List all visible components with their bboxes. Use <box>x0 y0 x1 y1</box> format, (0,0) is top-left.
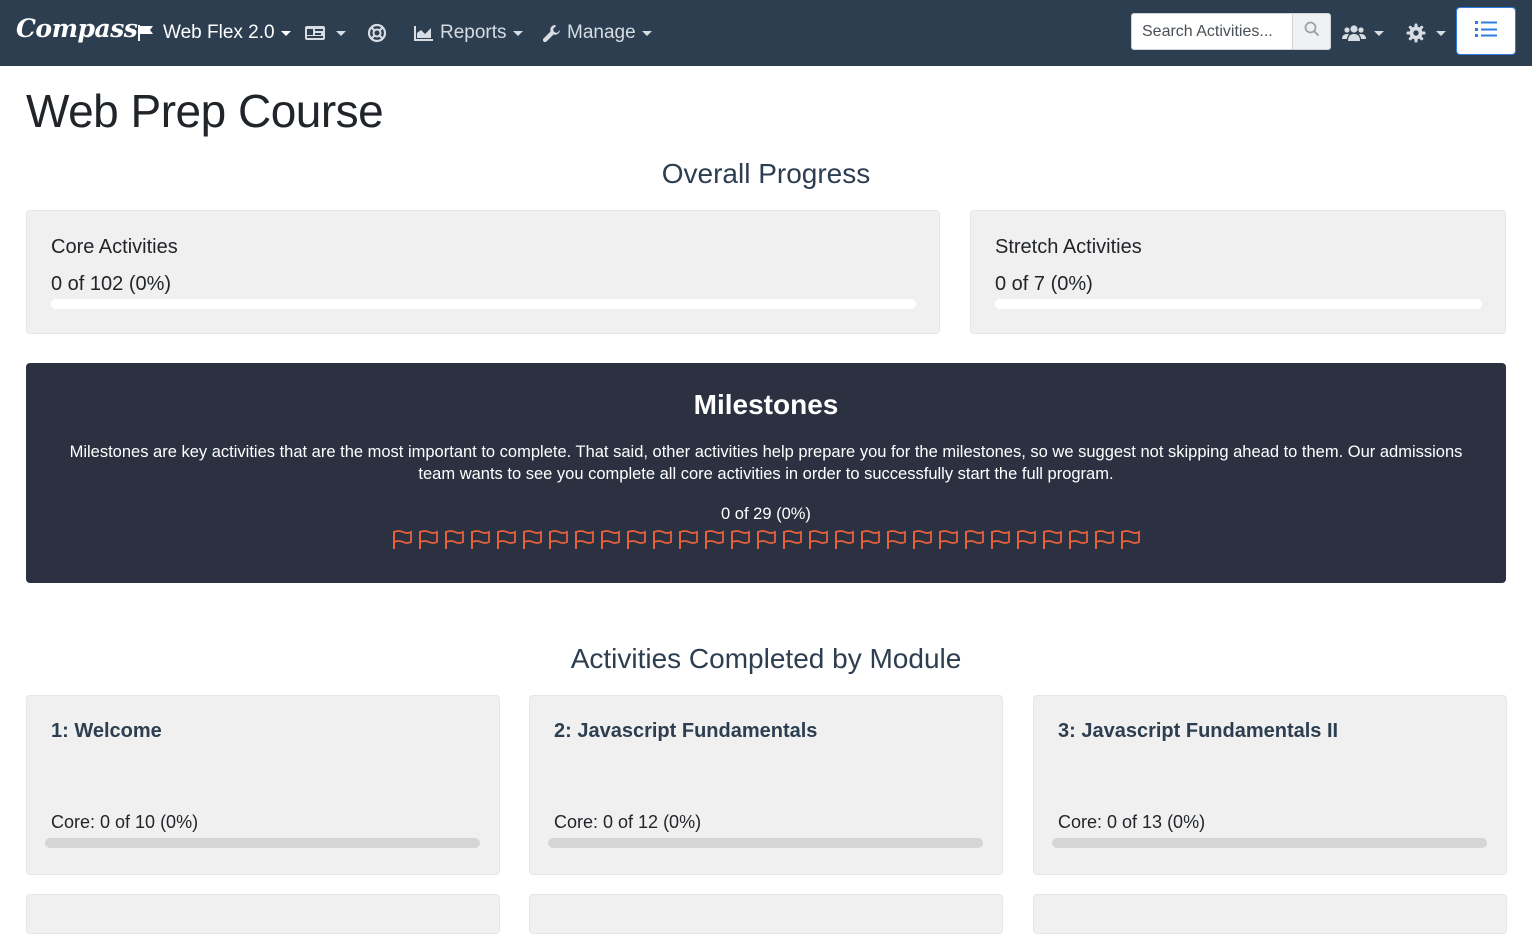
milestone-flag-icon[interactable] <box>1093 529 1115 551</box>
module-card[interactable]: 1: Welcome Core: 0 of 10 (0%) <box>26 695 500 875</box>
chevron-down-icon <box>280 30 291 36</box>
module-card[interactable] <box>26 894 500 934</box>
milestones-panel: Milestones Milestones are key activities… <box>26 363 1506 583</box>
users-icon <box>1342 24 1366 42</box>
milestone-flag-icon[interactable] <box>469 529 491 551</box>
milestone-flag-icon[interactable] <box>807 529 829 551</box>
milestone-flag-icon[interactable] <box>599 529 621 551</box>
milestone-flag-icon[interactable] <box>781 529 803 551</box>
milestones-title: Milestones <box>693 389 839 420</box>
milestone-flag-icon[interactable] <box>651 529 673 551</box>
stretch-progress-bar <box>995 299 1482 309</box>
course-menu-label: Web Flex 2.0 <box>163 22 275 43</box>
milestone-flag-icon[interactable] <box>859 529 881 551</box>
manage-menu-label: Manage <box>567 22 636 43</box>
brand-logo[interactable]: Compass <box>16 14 138 43</box>
milestone-flag-icon[interactable] <box>547 529 569 551</box>
milestone-flag-icon[interactable] <box>989 529 1011 551</box>
id-card-icon <box>304 24 326 42</box>
chevron-down-icon <box>512 30 523 36</box>
milestone-flag-icon[interactable] <box>729 529 751 551</box>
module-card[interactable]: 3: Javascript Fundamentals II Core: 0 of… <box>1033 695 1507 875</box>
module-title[interactable]: 2: Javascript Fundamentals <box>554 720 817 743</box>
milestones-description: Milestones are key activities that are t… <box>69 443 1463 483</box>
milestone-flag-icon[interactable] <box>1119 529 1141 551</box>
search-input[interactable] <box>1131 13 1293 50</box>
milestone-flag-icon[interactable] <box>833 529 855 551</box>
chevron-down-icon <box>336 30 346 36</box>
milestone-flag-icon[interactable] <box>677 529 699 551</box>
lifebuoy-icon <box>367 23 387 43</box>
milestone-flag-icon[interactable] <box>391 529 413 551</box>
stretch-activities-card: Stretch Activities 0 of 7 (0%) <box>970 210 1506 334</box>
id-card-menu[interactable] <box>304 0 346 66</box>
milestone-flag-icon[interactable] <box>703 529 725 551</box>
search-icon <box>1304 21 1320 42</box>
milestone-flag-icon[interactable] <box>885 529 907 551</box>
module-progress-bar <box>1052 838 1487 848</box>
module-progress-bar <box>548 838 983 848</box>
help-button[interactable] <box>367 0 387 66</box>
ordered-list-icon <box>1475 20 1497 43</box>
course-menu[interactable]: Web Flex 2.0 <box>137 0 291 66</box>
chevron-down-icon <box>641 30 652 36</box>
core-activities-title: Core Activities <box>51 236 178 258</box>
settings-menu[interactable] <box>1406 0 1446 66</box>
module-title[interactable]: 3: Javascript Fundamentals II <box>1058 720 1338 743</box>
milestone-flag-icon[interactable] <box>521 529 543 551</box>
flag-icon <box>137 24 155 42</box>
core-activities-card: Core Activities 0 of 102 (0%) <box>26 210 940 334</box>
overall-progress-heading: Overall Progress <box>661 158 871 189</box>
stretch-activities-value: 0 of 7 (0%) <box>995 273 1093 295</box>
module-core-progress-text: Core: 0 of 10 (0%) <box>51 812 199 832</box>
users-menu[interactable] <box>1342 0 1384 66</box>
module-title[interactable]: 1: Welcome <box>51 720 162 743</box>
manage-menu[interactable]: Manage <box>542 0 652 66</box>
module-core-progress-text: Core: 0 of 13 (0%) <box>1058 812 1206 832</box>
milestone-flag-icon[interactable] <box>417 529 439 551</box>
gear-icon <box>1406 23 1426 43</box>
milestone-flag-icon[interactable] <box>495 529 517 551</box>
area-chart-icon <box>414 24 434 42</box>
module-progress-bar <box>45 838 480 848</box>
modules-heading: Activities Completed by Module <box>570 643 962 674</box>
search-form <box>1131 13 1331 50</box>
milestones-count: 0 of 29 (0%) <box>721 505 811 523</box>
milestone-flag-icon[interactable] <box>755 529 777 551</box>
top-navbar: Compass Web Flex 2.0 Reports Manage <box>0 0 1532 66</box>
milestone-flag-icon[interactable] <box>1041 529 1063 551</box>
core-activities-value: 0 of 102 (0%) <box>51 273 172 295</box>
chevron-down-icon <box>1436 30 1446 36</box>
page-title: Web Prep Course <box>26 85 384 137</box>
milestone-flag-icon[interactable] <box>625 529 647 551</box>
wrench-icon <box>542 24 561 43</box>
module-card[interactable]: 2: Javascript Fundamentals Core: 0 of 12… <box>529 695 1003 875</box>
milestone-flag-icon[interactable] <box>911 529 933 551</box>
module-card[interactable] <box>529 894 1003 934</box>
milestone-flag-icon[interactable] <box>1067 529 1089 551</box>
milestone-flag-icon[interactable] <box>963 529 985 551</box>
reports-menu-label: Reports <box>440 22 507 43</box>
milestone-flag-icon[interactable] <box>1015 529 1037 551</box>
milestone-flag-icon[interactable] <box>573 529 595 551</box>
milestone-flag-icon[interactable] <box>443 529 465 551</box>
milestone-flags <box>26 529 1506 551</box>
milestone-flag-icon[interactable] <box>937 529 959 551</box>
sidebar-toggle-button[interactable] <box>1456 7 1516 55</box>
module-core-progress-text: Core: 0 of 12 (0%) <box>554 812 702 832</box>
chevron-down-icon <box>1374 30 1384 36</box>
core-progress-bar <box>51 299 916 309</box>
stretch-activities-title: Stretch Activities <box>995 236 1142 258</box>
reports-menu[interactable]: Reports <box>414 0 523 66</box>
search-button[interactable] <box>1293 13 1331 50</box>
module-card[interactable] <box>1033 894 1507 934</box>
